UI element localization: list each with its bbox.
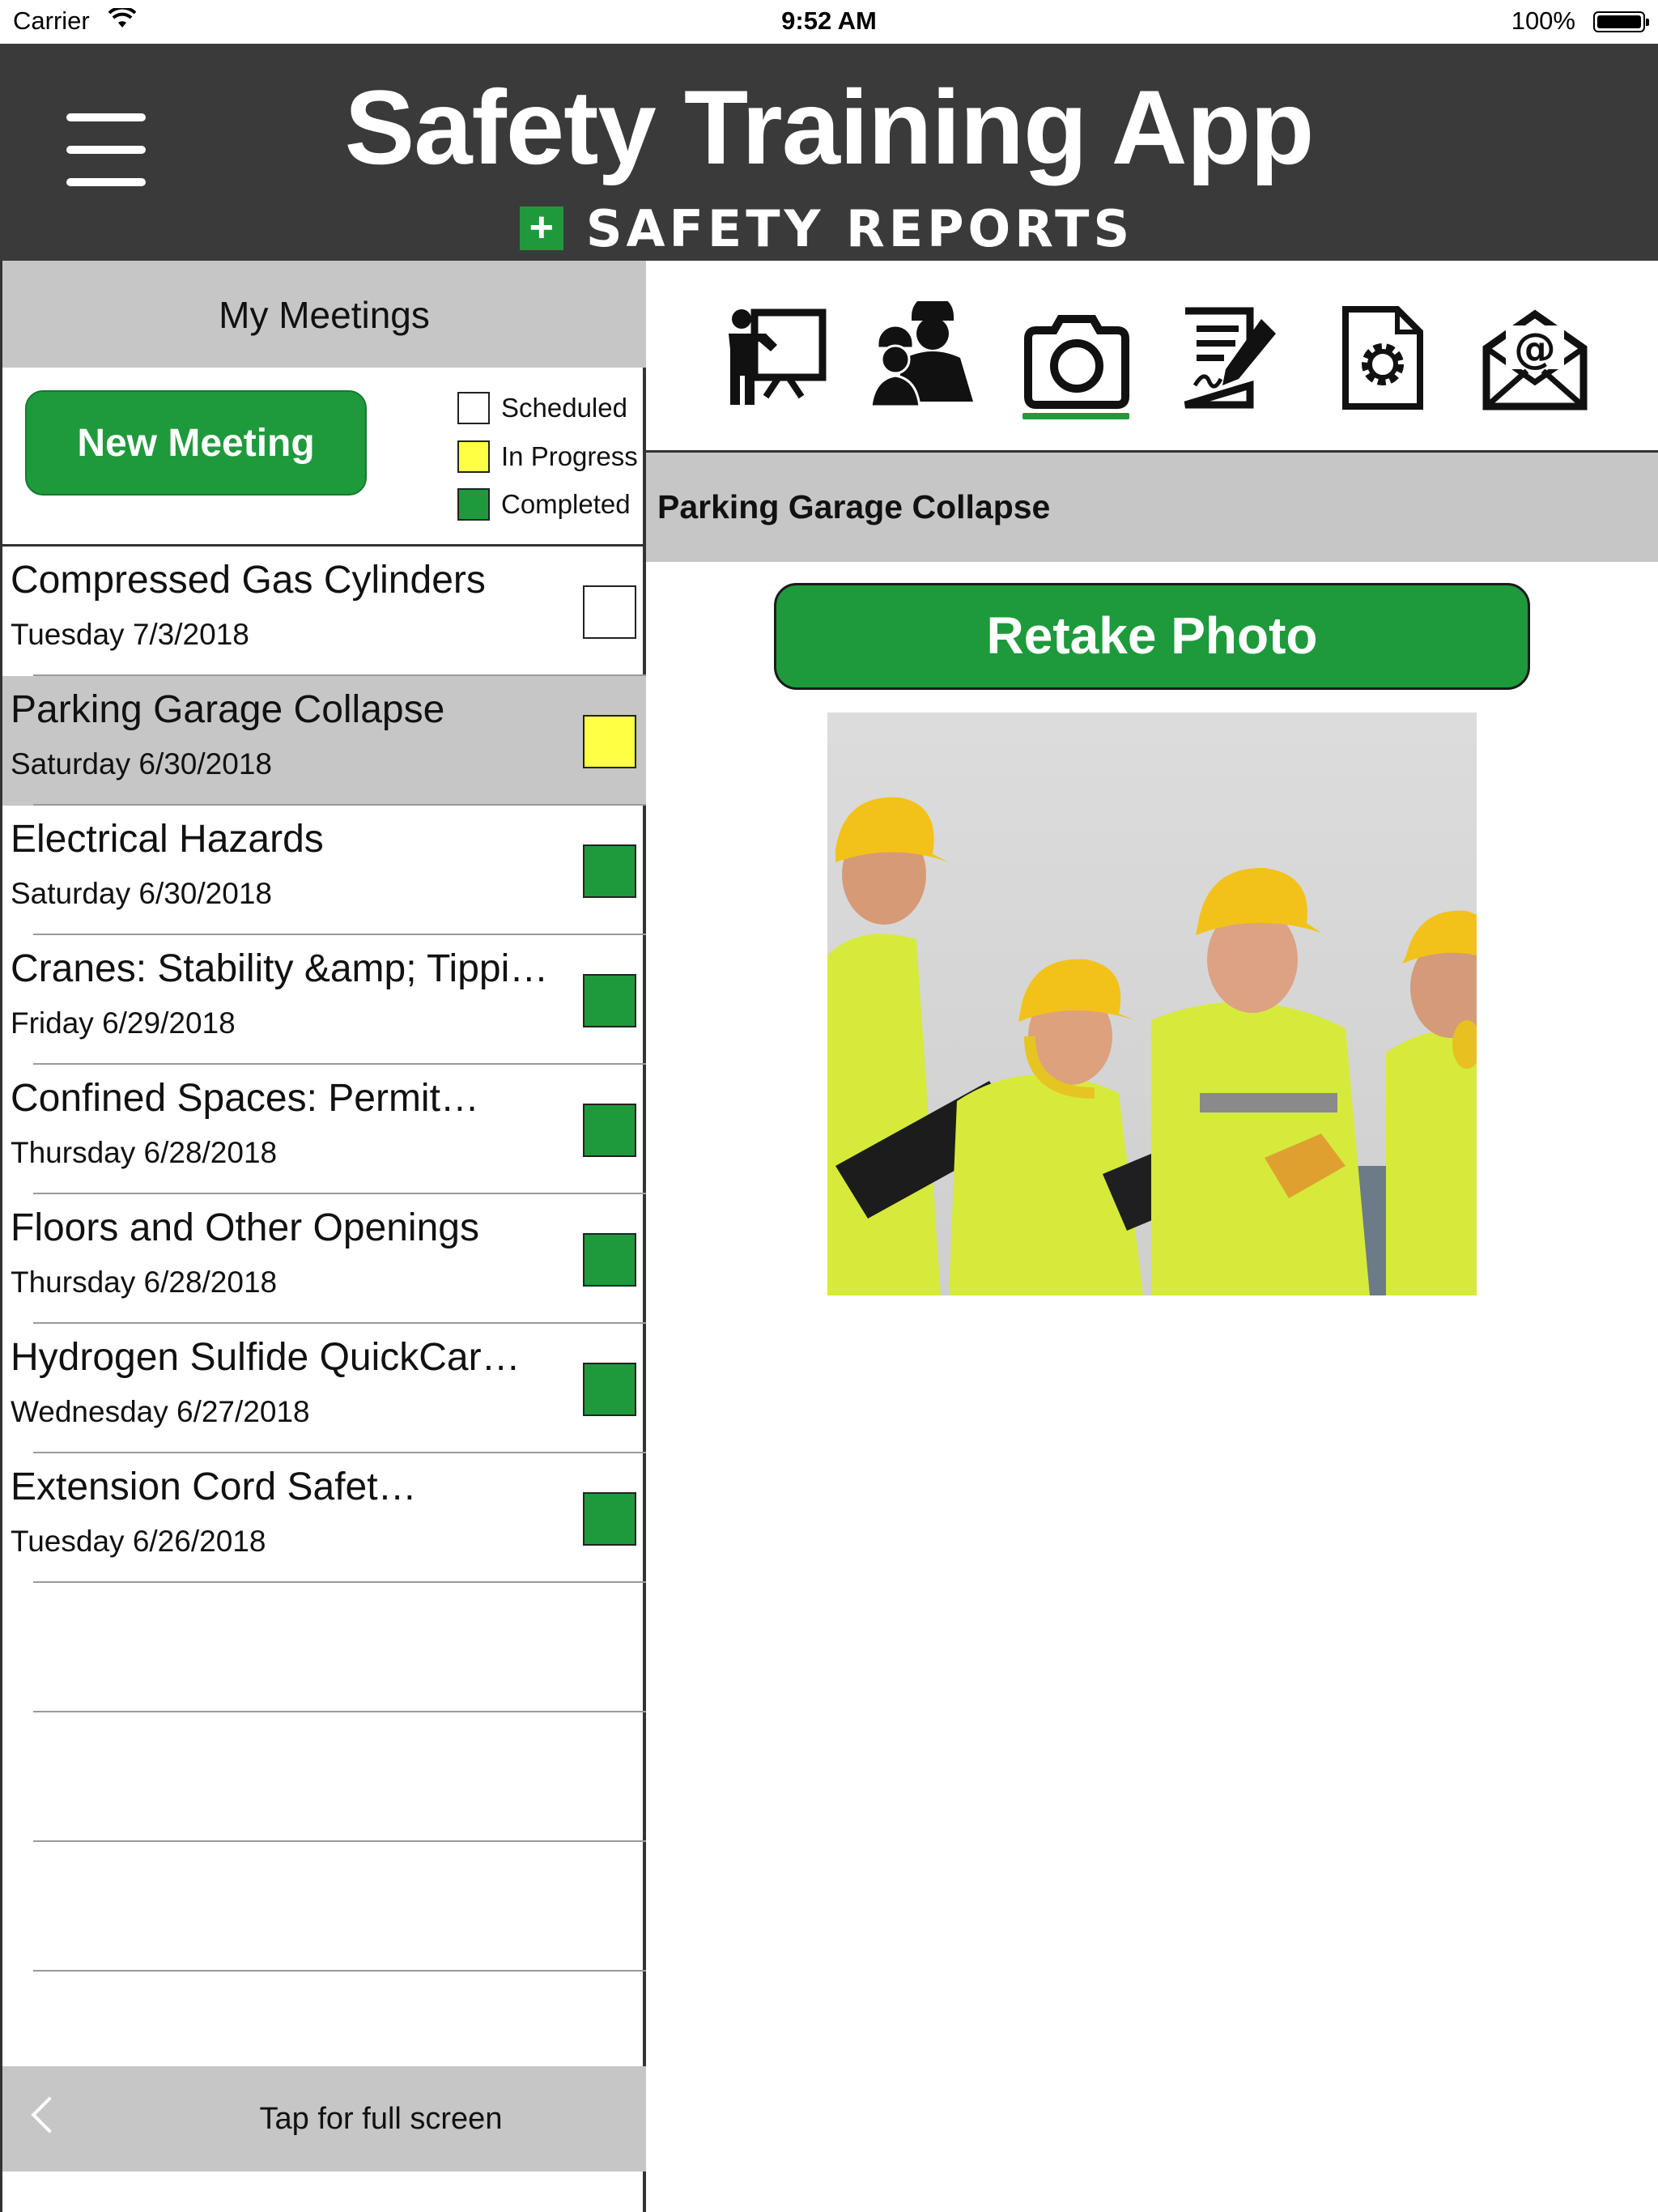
legend-label: In Progress — [501, 441, 638, 471]
meeting-date: Tuesday 7/3/2018 — [11, 618, 249, 651]
camera-icon[interactable] — [1020, 301, 1133, 415]
app-title: Safety Training App — [344, 68, 1315, 186]
empty-row — [2, 1842, 646, 1972]
empty-row — [2, 1712, 646, 1842]
brand-logo: + SAFETY REPORTS — [0, 199, 1658, 258]
status-indicator — [583, 974, 636, 1027]
meeting-title: Confined Spaces: Permit… — [11, 1077, 479, 1120]
active-tab-indicator — [1022, 413, 1129, 419]
meeting-date: Thursday 6/28/2018 — [11, 1136, 278, 1169]
battery-icon — [1593, 11, 1649, 32]
meetings-title: My Meetings — [219, 294, 430, 336]
meeting-photo — [827, 713, 1477, 1295]
full-screen-bar[interactable]: Tap for full screen — [2, 2066, 646, 2172]
meeting-title: Compressed Gas Cylinders — [11, 559, 486, 602]
status-indicator — [583, 585, 636, 639]
legend-swatch — [457, 392, 490, 424]
status-indicator — [583, 1233, 636, 1287]
meeting-title: Extension Cord Safet… — [11, 1465, 417, 1508]
meeting-title: Floors and Other Openings — [11, 1206, 479, 1249]
meeting-row[interactable]: Extension Cord Safet… Tuesday 6/26/2018 — [2, 1453, 646, 1583]
full-screen-label: Tap for full screen — [259, 2102, 503, 2136]
workers-icon[interactable] — [869, 295, 983, 415]
status-indicator — [583, 1104, 636, 1157]
brand-plus-icon: + — [519, 206, 563, 250]
status-indicator — [583, 1363, 636, 1416]
meeting-title: Parking Garage Collapse — [11, 688, 445, 731]
meetings-panel: My Meetings New Meeting Scheduled In Pro… — [0, 261, 646, 2212]
legend-swatch — [457, 488, 490, 521]
meeting-title: Electrical Hazards — [11, 818, 324, 861]
meeting-title: Cranes: Stability &amp; Tippi… — [11, 947, 549, 990]
row-divider — [33, 1970, 646, 1972]
sign-document-icon[interactable] — [1172, 301, 1286, 415]
meeting-title: Hydrogen Sulfide QuickCar… — [11, 1336, 521, 1379]
legend-completed: Completed — [457, 487, 631, 522]
meeting-row[interactable]: Cranes: Stability &amp; Tippi… Friday 6/2… — [2, 935, 646, 1065]
meeting-date: Wednesday 6/27/2018 — [11, 1395, 310, 1428]
brand-text: SAFETY REPORTS — [585, 198, 1134, 258]
document-settings-icon[interactable] — [1326, 301, 1439, 415]
email-icon[interactable]: @ — [1478, 301, 1592, 415]
meeting-date: Saturday 6/30/2018 — [11, 877, 272, 910]
status-indicator — [583, 1492, 636, 1546]
meeting-row[interactable]: Hydrogen Sulfide QuickCar… Wednesday 6/27… — [2, 1324, 646, 1453]
status-indicator — [583, 715, 636, 768]
meeting-name-bar: Parking Garage Collapse — [646, 453, 1658, 562]
clock-label: 9:52 AM — [781, 6, 877, 35]
legend-in-progress: In Progress — [457, 439, 638, 474]
status-bar: Carrier 9:52 AM 100% — [0, 0, 1658, 44]
battery-percent: 100% — [1511, 6, 1575, 35]
svg-text:@: @ — [1514, 325, 1556, 373]
legend-swatch — [457, 440, 490, 473]
meeting-date: Friday 6/29/2018 — [11, 1006, 236, 1040]
meeting-date: Tuesday 6/26/2018 — [11, 1525, 266, 1558]
legend-label: Scheduled — [501, 393, 627, 423]
legend-label: Completed — [501, 489, 631, 519]
tool-bar: @ — [646, 261, 1658, 452]
presenter-icon[interactable] — [717, 301, 831, 415]
meeting-date: Saturday 6/30/2018 — [11, 747, 272, 781]
new-meeting-button[interactable]: New Meeting — [25, 390, 367, 496]
empty-row — [2, 1583, 646, 1712]
status-indicator — [583, 844, 636, 898]
meeting-row[interactable]: Parking Garage Collapse Saturday 6/30/201… — [2, 676, 646, 806]
meeting-row[interactable]: Electrical Hazards Saturday 6/30/2018 — [2, 806, 646, 935]
meeting-date: Thursday 6/28/2018 — [11, 1266, 278, 1299]
selected-meeting-title: Parking Garage Collapse — [657, 488, 1051, 525]
retake-photo-button[interactable]: Retake Photo — [774, 583, 1530, 690]
meeting-row[interactable]: Confined Spaces: Permit… Thursday 6/28/20… — [2, 1065, 646, 1194]
meetings-header: My Meetings — [2, 261, 646, 368]
meeting-row[interactable]: Compressed Gas Cylinders Tuesday 7/3/2018 — [2, 547, 646, 676]
legend-scheduled: Scheduled — [457, 390, 627, 426]
meeting-row[interactable]: Floors and Other Openings Thursday 6/28/2… — [2, 1194, 646, 1324]
